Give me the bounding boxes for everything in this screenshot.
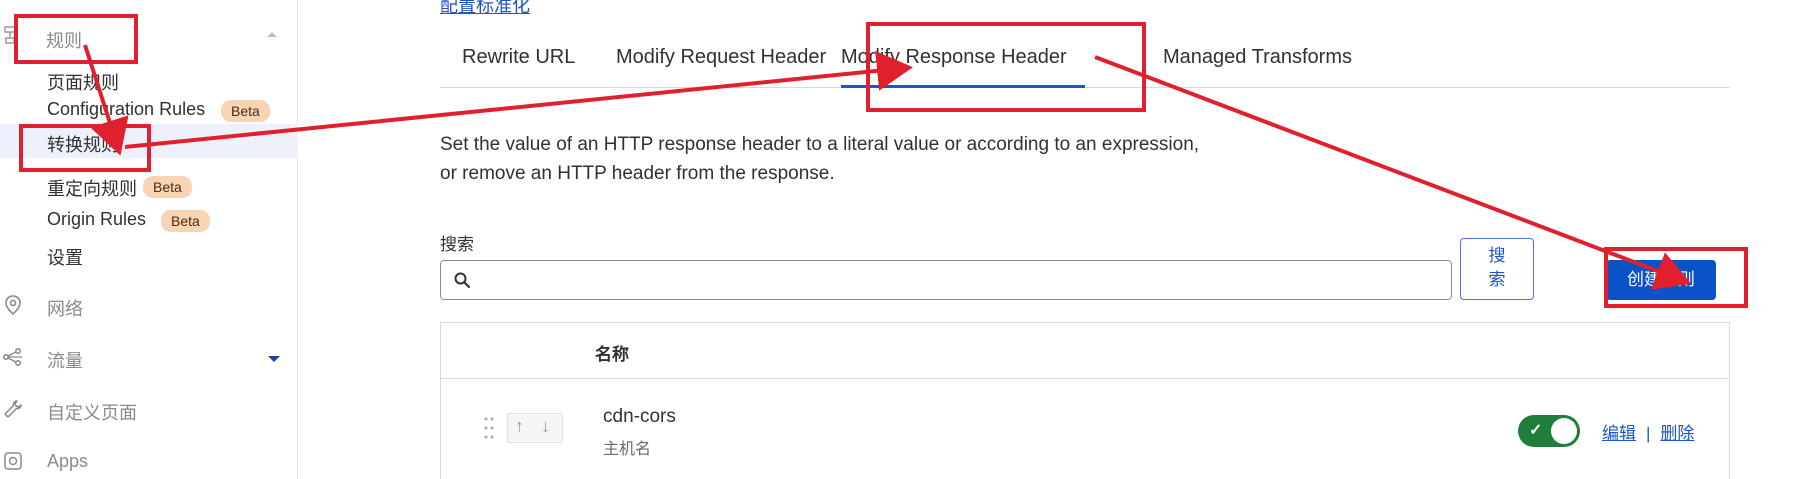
wrench-icon <box>2 398 24 420</box>
action-separator: | <box>1646 424 1651 443</box>
sidebar-item-page-rules[interactable]: 页面规则 <box>0 62 298 96</box>
search-input[interactable] <box>479 267 1439 293</box>
table-header: 名称 <box>441 323 1729 379</box>
sidebar: 规则 页面规则 Configuration Rules Beta 转换规则 重定… <box>0 0 298 479</box>
search-button[interactable]: 搜索 <box>1460 238 1534 300</box>
sidebar-item-origin-rules[interactable]: Origin Rules Beta <box>0 202 298 236</box>
tab-description: Set the value of an HTTP response header… <box>440 134 1200 184</box>
arrow-down-icon[interactable]: ↓ <box>541 416 550 437</box>
edit-link[interactable]: 编辑 <box>1602 424 1636 443</box>
rule-enabled-toggle[interactable]: ✓ <box>1518 415 1580 447</box>
sidebar-item-label: Apps <box>47 451 89 471</box>
rule-name: cdn-cors <box>603 406 676 427</box>
main-content: 配置标准化 Rewrite URL Modify Request Header … <box>440 0 1730 479</box>
sidebar-item-settings[interactable]: 设置 <box>0 237 298 271</box>
tab-rewrite-url[interactable]: Rewrite URL <box>462 46 575 88</box>
sidebar-item-label: 自定义页面 <box>47 403 137 423</box>
sidebar-item-label: 重定向规则 <box>47 179 137 199</box>
rules-table: 名称 ↑ ↓ cdn-cors 主机名 ✓ 编辑 | 删除 <box>440 322 1730 479</box>
chevron-down-icon <box>268 356 280 362</box>
sidebar-section-label: 规则 <box>46 31 82 51</box>
row-actions: 编辑 | 删除 <box>1602 419 1694 444</box>
sidebar-item-label: 流量 <box>47 351 83 371</box>
reorder-buttons: ↑ ↓ <box>507 413 563 443</box>
beta-badge: Beta <box>221 100 270 122</box>
arrow-up-icon[interactable]: ↑ <box>515 416 524 437</box>
rule-subtitle: 主机名 <box>603 441 652 458</box>
sidebar-item-redirect-rules[interactable]: 重定向规则 Beta <box>0 168 298 202</box>
rules-icon <box>2 24 18 46</box>
sidebar-item-transform-rules[interactable]: 转换规则 <box>0 124 298 158</box>
tab-modify-request-header[interactable]: Modify Request Header <box>616 46 826 88</box>
sidebar-item-label: Origin Rules <box>47 209 147 229</box>
traffic-share-icon <box>2 346 24 368</box>
sidebar-item-configuration-rules[interactable]: Configuration Rules Beta <box>0 92 298 126</box>
apps-icon <box>2 450 24 472</box>
delete-link[interactable]: 删除 <box>1660 424 1694 443</box>
tab-managed-transforms[interactable]: Managed Transforms <box>1163 46 1352 88</box>
normalization-link[interactable]: 配置标准化 <box>440 0 530 18</box>
tab-bar: Rewrite URL Modify Request Header Modify… <box>440 36 1730 88</box>
sidebar-item-custom-pages[interactable]: 自定义页面 <box>0 390 298 430</box>
sidebar-item-label: 网络 <box>47 299 83 319</box>
search-label: 搜索 <box>440 235 474 254</box>
search-button-label: 搜索 <box>1488 246 1506 289</box>
drag-handle-icon[interactable] <box>483 415 495 441</box>
tab-modify-response-header[interactable]: Modify Response Header <box>841 46 1085 88</box>
create-rule-button[interactable]: 创建规则 <box>1606 260 1716 300</box>
location-pin-icon <box>2 294 24 316</box>
sidebar-item-label: Configuration Rules <box>47 99 206 119</box>
sidebar-item-label: 设置 <box>47 248 83 268</box>
column-name-header: 名称 <box>595 345 629 364</box>
beta-badge: Beta <box>143 176 192 198</box>
sidebar-item-traffic[interactable]: 流量 <box>0 338 298 378</box>
sidebar-item-label: 转换规则 <box>47 135 119 155</box>
search-field[interactable] <box>440 260 1452 300</box>
toggle-knob <box>1551 418 1577 444</box>
chevron-up-icon <box>267 32 277 37</box>
sidebar-item-apps[interactable]: Apps <box>0 442 298 479</box>
table-row: ↑ ↓ cdn-cors 主机名 ✓ 编辑 | 删除 <box>441 379 1729 479</box>
sidebar-item-network[interactable]: 网络 <box>0 286 298 326</box>
sidebar-section-rules[interactable]: 规则 <box>0 18 290 54</box>
check-icon: ✓ <box>1529 422 1543 439</box>
search-icon <box>453 271 471 294</box>
beta-badge: Beta <box>161 210 210 232</box>
